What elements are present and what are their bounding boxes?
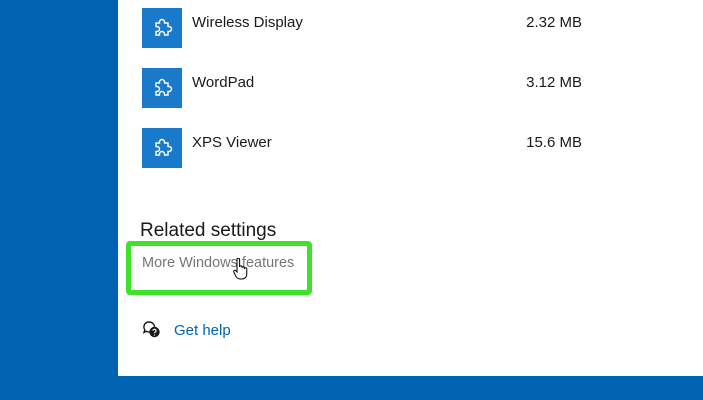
- settings-panel: Wireless Display 2.32 MB WordPad 3.12 MB…: [118, 0, 703, 376]
- feature-size: 15.6 MB: [526, 134, 582, 151]
- feature-name: WordPad: [192, 74, 255, 91]
- feature-size: 2.32 MB: [526, 14, 582, 31]
- feature-size: 3.12 MB: [526, 74, 582, 91]
- chat-help-icon: [142, 321, 160, 338]
- puzzle-icon: [142, 8, 182, 48]
- related-settings-heading: Related settings: [140, 220, 277, 241]
- puzzle-icon: [142, 68, 182, 108]
- hand-cursor-icon: [233, 258, 248, 280]
- feature-wireless-display[interactable]: Wireless Display 2.32 MB: [142, 8, 582, 52]
- more-windows-features-link[interactable]: More Windows features: [142, 255, 294, 271]
- feature-xps-viewer[interactable]: XPS Viewer 15.6 MB: [142, 128, 582, 172]
- feature-name: XPS Viewer: [192, 134, 272, 151]
- get-help-link[interactable]: Get help: [174, 322, 231, 339]
- feature-name: Wireless Display: [192, 14, 303, 31]
- feature-wordpad[interactable]: WordPad 3.12 MB: [142, 68, 582, 112]
- puzzle-icon: [142, 128, 182, 168]
